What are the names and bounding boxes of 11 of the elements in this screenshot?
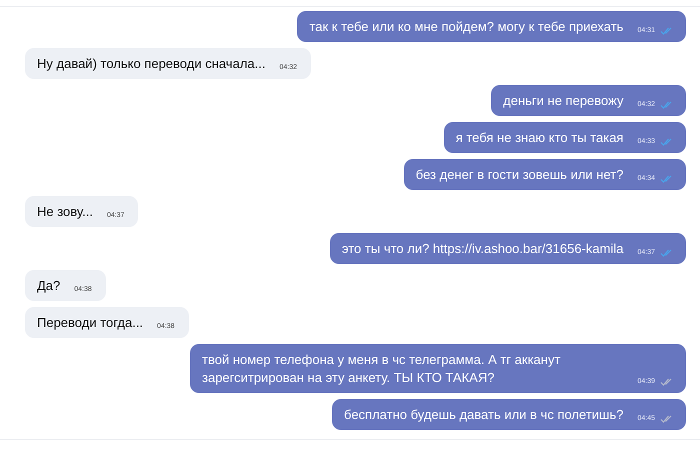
message-text: так к тебе или ко мне пойдем? могу к тебе приехать <box>309 18 624 36</box>
message-text: я тебя не знаю кто ты такая <box>456 129 624 147</box>
message-text: Ну давай) только переводи сначала... <box>37 55 266 73</box>
message-text: деньги не перевожу <box>503 92 624 110</box>
message-text: твой номер телефона у меня в чс телеграмма. А тг акканут зарегситрирован на эту анкету. ТЫ КТО ТАКАЯ? <box>202 351 562 387</box>
message-text: Не зову... <box>37 203 93 221</box>
message-text: Да? <box>37 277 60 295</box>
message-text: это ты что ли? https://iv.ashoo.bar/31656-kamila <box>342 240 624 258</box>
message-text: бесплатно будешь давать или в чс полетишь? <box>344 406 624 424</box>
message-text: Переводи тогда... <box>37 314 144 332</box>
message-text: без денег в гости зовешь или нет? <box>416 166 624 184</box>
